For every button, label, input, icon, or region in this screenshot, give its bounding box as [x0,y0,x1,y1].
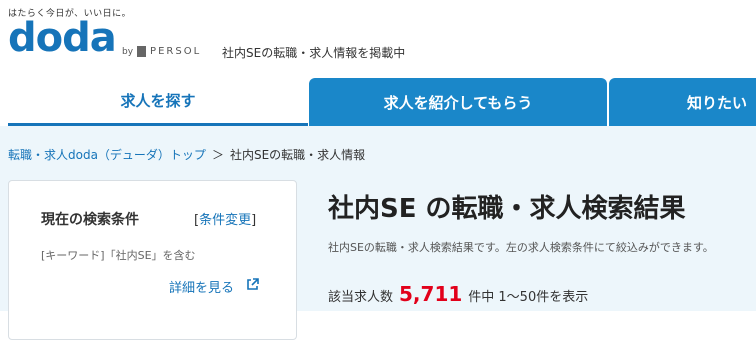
breadcrumb-separator: ＞ [211,148,224,162]
doda-logo[interactable]: doda [8,18,117,58]
tab-get-introduced[interactable]: 求人を紹介してもらう [309,78,607,126]
main-nav: 求人を探す 求人を紹介してもらう 知りたい [0,78,756,126]
count-number: 5,711 [399,282,463,306]
breadcrumb: 転職・求人doda（デューダ）トップ ＞ 社内SEの転職・求人情報 [8,146,365,163]
result-count: 該当求人数 5,711 件中 1〜50件を表示 [328,282,588,306]
search-conditions-title: 現在の検索条件 [41,212,139,228]
site-description: 社内SEの転職・求人情報を掲載中 [222,46,406,60]
tab-learn[interactable]: 知りたい [609,78,756,126]
breadcrumb-home-link[interactable]: 転職・求人doda（デューダ）トップ [8,146,206,163]
breadcrumb-current: 社内SEの転職・求人情報 [229,148,366,162]
tab-search-jobs[interactable]: 求人を探す [8,78,308,126]
view-details-label: 詳細を見る [169,281,235,296]
count-range: 件中 1〜50件を表示 [468,290,589,305]
view-details-link[interactable]: 詳細を見る [169,277,259,296]
persol-logo-icon [137,46,147,57]
change-conditions-link[interactable]: 条件変更 [199,213,251,228]
persol-brand: PERSOL [150,46,202,57]
count-label: 該当求人数 [328,290,394,305]
results-title: 社内SE の転職・求人検索結果 [328,194,686,224]
results-description: 社内SEの転職・求人検索結果です。左の求人検索条件にて絞込みができます。 [328,241,714,254]
keyword-condition: [キーワード]「社内SE」を含む [41,249,196,262]
by-label: by [122,46,134,57]
search-conditions-panel: 現在の検索条件 [条件変更] [キーワード]「社内SE」を含む 詳細を見る [8,180,297,340]
site-header: はたらく今日が、いい日に。 doda by PERSOL 社内SEの転職・求人情… [0,0,756,78]
persol-byline: by PERSOL [122,46,201,57]
external-link-icon [246,278,259,295]
bracket-close: ] [251,213,257,228]
change-conditions: [条件変更] [194,209,256,228]
main-content: 転職・求人doda（デューダ）トップ ＞ 社内SEの転職・求人情報 現在の検索条… [0,126,756,340]
